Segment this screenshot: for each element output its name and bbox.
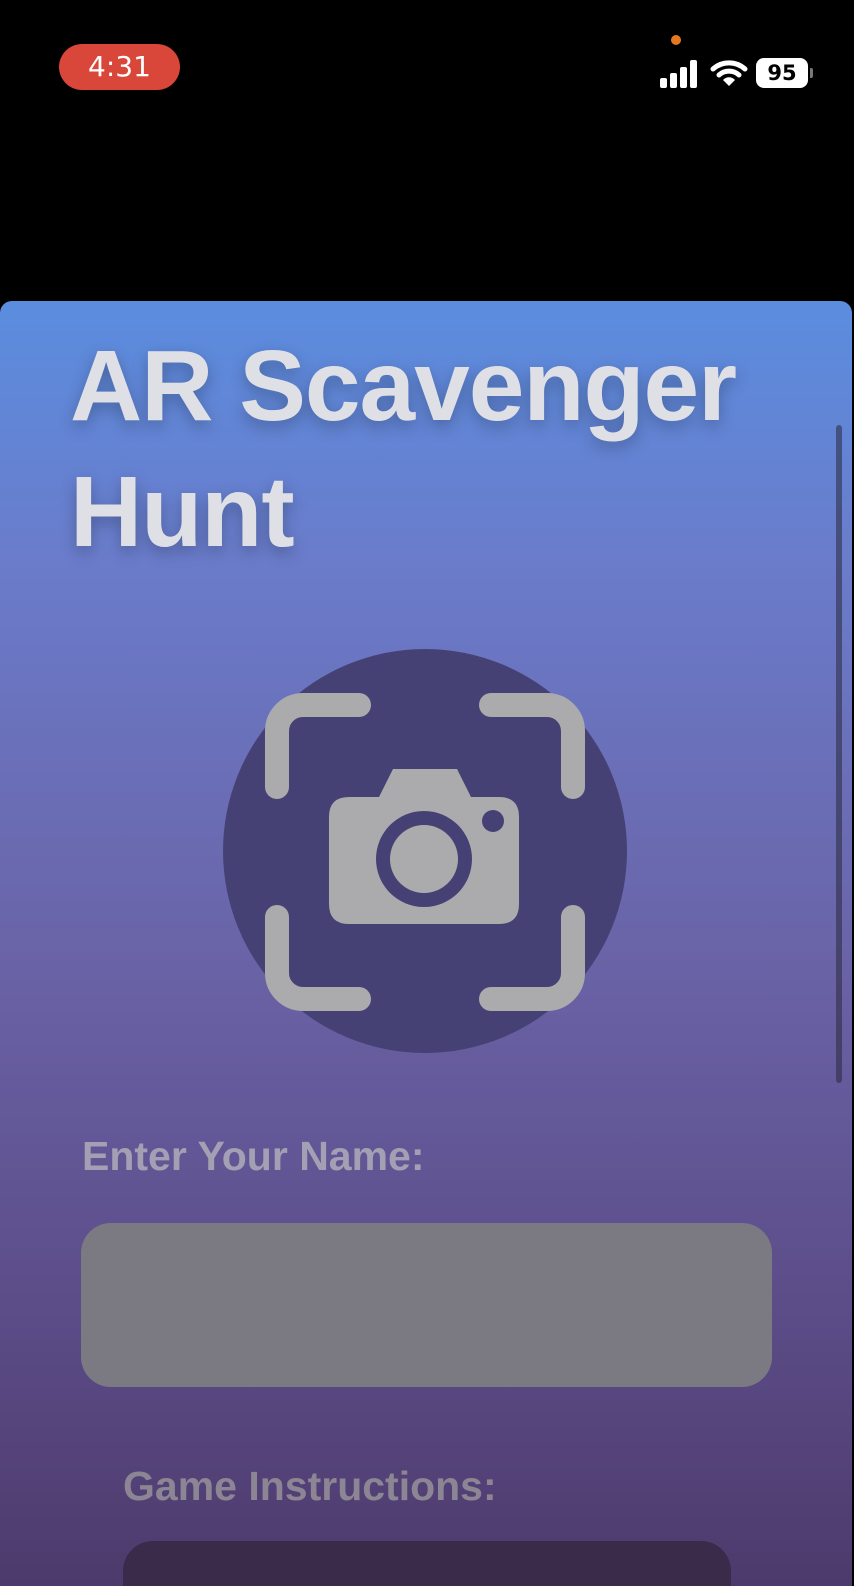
signal-icon bbox=[660, 60, 697, 88]
instructions-label: Game Instructions: bbox=[123, 1463, 497, 1509]
name-label: Enter Your Name: bbox=[82, 1133, 425, 1179]
privacy-indicator-dot bbox=[671, 35, 681, 45]
camera-viewfinder-icon bbox=[223, 649, 627, 1053]
battery-icon: 95 bbox=[756, 58, 808, 88]
name-input[interactable] bbox=[81, 1223, 772, 1387]
status-time: 4:31 bbox=[59, 44, 180, 90]
wifi-icon bbox=[710, 60, 748, 86]
instructions-panel bbox=[123, 1541, 731, 1586]
battery-tip bbox=[810, 68, 813, 78]
status-bar: 4:31 95 bbox=[0, 0, 854, 140]
page-title: AR Scavenger Hunt bbox=[70, 330, 737, 568]
main-screen[interactable]: AR Scavenger Hunt Enter Your Name: Game … bbox=[0, 301, 852, 1586]
scrollbar[interactable] bbox=[836, 425, 842, 1083]
